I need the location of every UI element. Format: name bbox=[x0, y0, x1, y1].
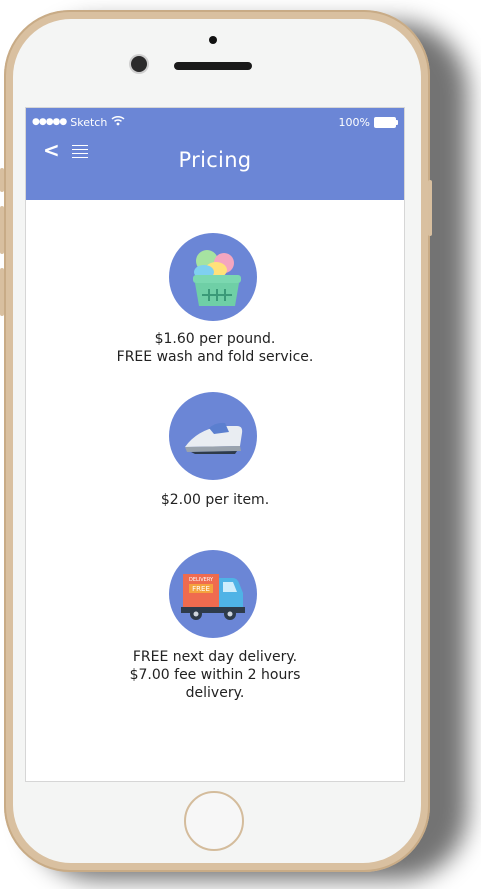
nav-header: ●●●●● Sketch 100% < Pricing bbox=[26, 108, 404, 200]
delivery-truck-icon: DELIVERY FREE bbox=[169, 550, 257, 638]
laundry-basket-icon bbox=[169, 233, 257, 321]
iron-icon bbox=[169, 392, 257, 480]
truck-delivery-text: DELIVERY bbox=[189, 577, 214, 583]
battery-status: 100% bbox=[338, 115, 398, 129]
truck-free-text: FREE bbox=[192, 585, 210, 593]
caption-line: FREE wash and fold service. bbox=[116, 349, 314, 365]
wifi-icon bbox=[111, 115, 125, 129]
pricing-caption-per-item: $2.00 per item. bbox=[26, 491, 404, 509]
caption-line: $7.00 fee within 2 hours bbox=[129, 667, 301, 683]
battery-percent: 100% bbox=[338, 115, 370, 129]
battery-icon bbox=[374, 116, 398, 128]
front-camera bbox=[131, 56, 147, 72]
caption-line: $1.60 per pound. bbox=[154, 331, 276, 347]
earpiece-speaker bbox=[174, 62, 252, 70]
pricing-caption-delivery: FREE next day delivery. $7.00 fee within… bbox=[26, 648, 404, 702]
caption-line: delivery. bbox=[185, 685, 245, 701]
home-button[interactable] bbox=[184, 791, 244, 851]
power-button bbox=[428, 180, 432, 236]
volume-down-button bbox=[0, 206, 4, 254]
signal-dots: ●●●●● bbox=[32, 117, 67, 127]
proximity-sensor bbox=[209, 36, 217, 44]
app-screen: ●●●●● Sketch 100% < Pricing $1.60 per po… bbox=[25, 107, 405, 782]
pricing-caption-per-pound: $1.60 per pound. FREE wash and fold serv… bbox=[26, 330, 404, 366]
carrier-label: Sketch bbox=[70, 115, 108, 129]
caption-line: FREE next day delivery. bbox=[132, 649, 298, 665]
volume-up-button bbox=[0, 168, 4, 192]
status-bar: ●●●●● Sketch 100% bbox=[32, 114, 398, 130]
page-title: Pricing bbox=[178, 148, 252, 172]
mute-switch bbox=[0, 268, 4, 316]
caption-line: $2.00 per item. bbox=[160, 492, 270, 508]
